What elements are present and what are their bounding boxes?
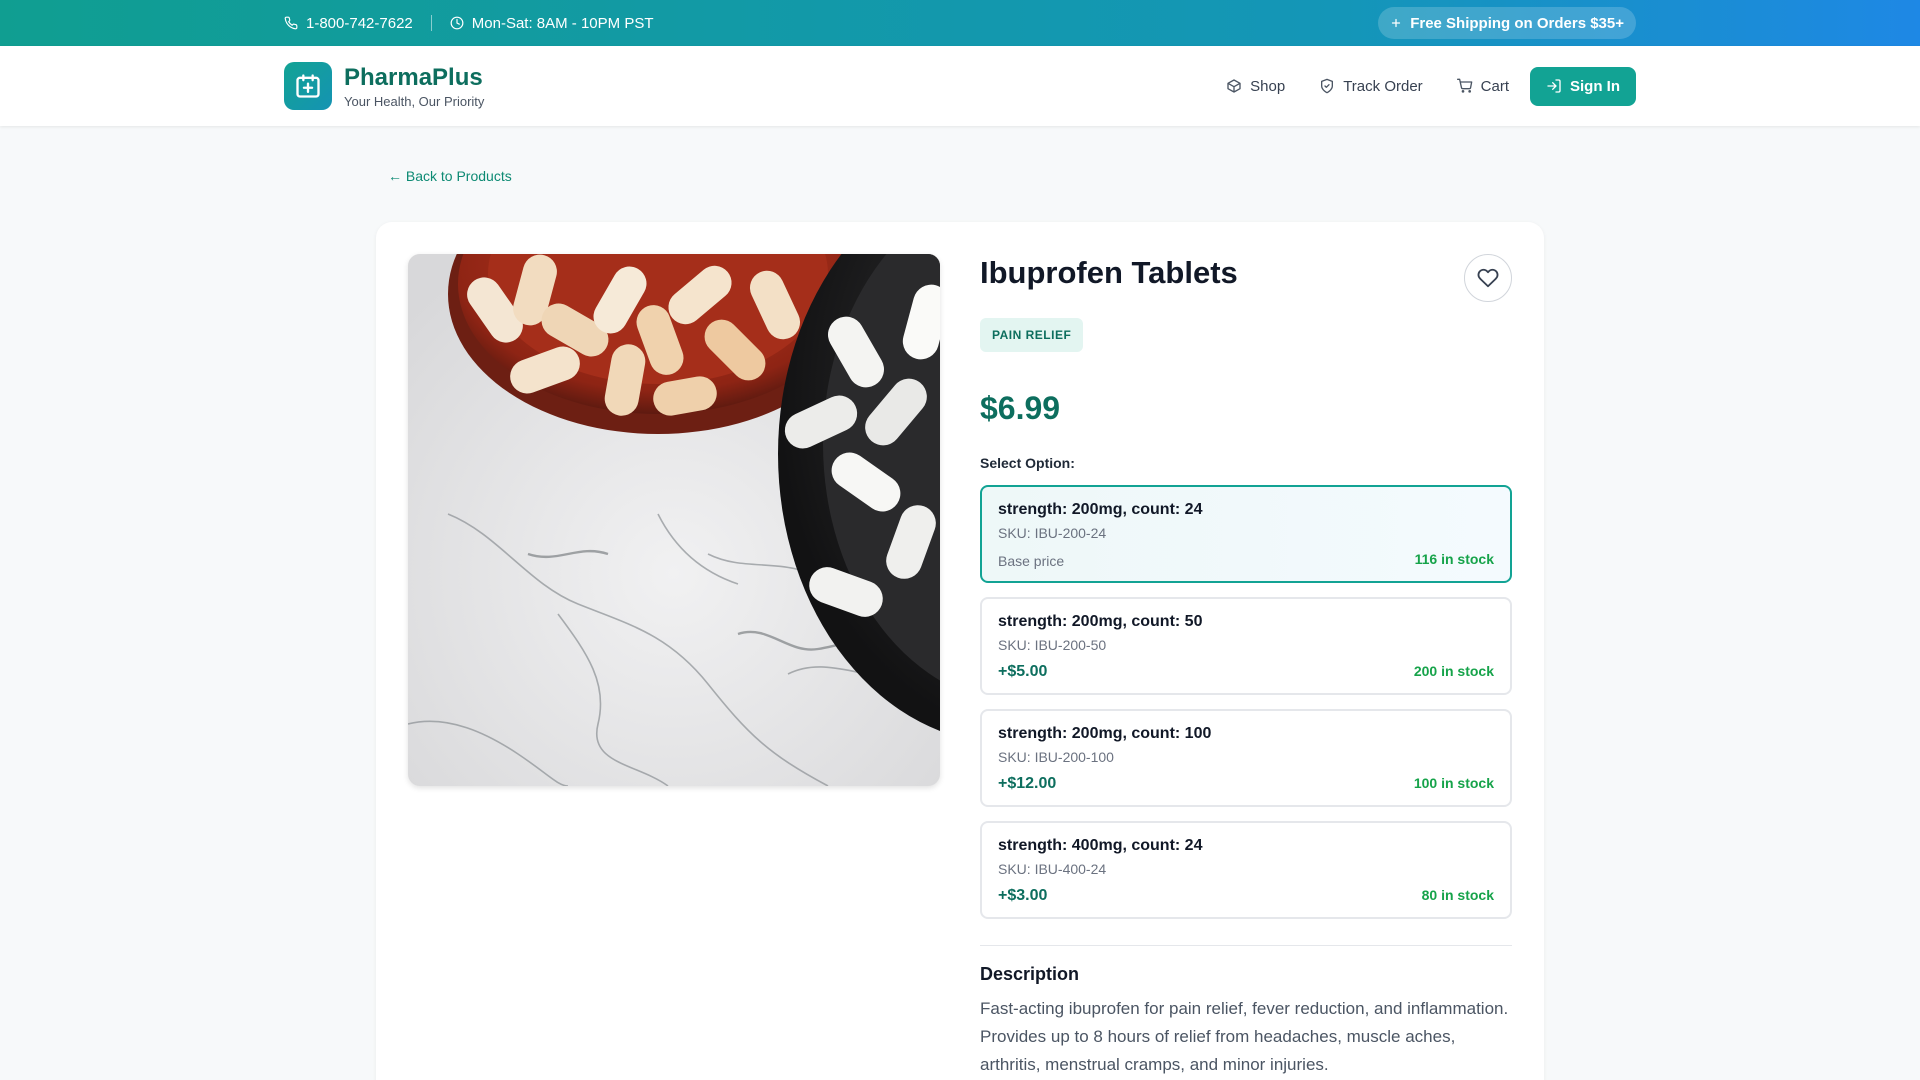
site-header: PharmaPlus Your Health, Our Priority Sho…	[0, 46, 1920, 126]
nav-cart[interactable]: Cart	[1440, 78, 1526, 95]
product-image	[408, 254, 940, 786]
product-info: Ibuprofen Tablets PAIN RELIEF $6.99 Sele…	[980, 254, 1512, 1079]
variant-stock: 100 in stock	[1413, 775, 1494, 791]
hours-text: Mon-Sat: 8AM - 10PM PST	[471, 14, 654, 32]
cart-icon	[1456, 78, 1473, 94]
variant-price: +$5.00	[998, 663, 1048, 680]
divider	[430, 15, 432, 31]
promo-text: Free Shipping on Orders $35+	[1410, 14, 1624, 32]
box-icon	[1226, 78, 1242, 94]
free-shipping-badge: Free Shipping on Orders $35+	[1378, 7, 1636, 39]
variant-stock: 116 in stock	[1414, 551, 1494, 567]
variant-sku: SKU: IBU-200-100	[998, 749, 1114, 765]
variant-title: strength: 200mg, count: 24	[998, 501, 1203, 518]
brand-tagline: Your Health, Our Priority	[344, 93, 485, 109]
product-price: $6.99	[980, 390, 1061, 426]
description-heading: Description	[980, 964, 1080, 984]
heart-icon	[1477, 267, 1499, 289]
nav-cart-label: Cart	[1480, 77, 1509, 95]
main-nav: Shop Track Order Cart Sign In	[1209, 66, 1636, 106]
variant-option[interactable]: strength: 200mg, count: 100 SKU: IBU-200…	[980, 709, 1512, 807]
variant-title: strength: 200mg, count: 50	[998, 613, 1203, 630]
phone-contact[interactable]: 1-800-742-7622	[284, 15, 413, 32]
variant-options: strength: 200mg, count: 24 SKU: IBU-200-…	[980, 485, 1512, 919]
variant-title: strength: 200mg, count: 100	[998, 725, 1212, 742]
shield-icon	[1319, 78, 1335, 94]
description-text: Fast-acting ibuprofen for pain relief, f…	[980, 999, 1509, 1074]
variant-price: Base price	[998, 553, 1065, 569]
variant-stock: 80 in stock	[1421, 887, 1494, 903]
variant-option[interactable]: strength: 200mg, count: 50 SKU: IBU-200-…	[980, 597, 1512, 695]
nav-shop[interactable]: Shop	[1209, 78, 1302, 95]
variant-sku: SKU: IBU-400-24	[998, 861, 1107, 877]
product-card: Ibuprofen Tablets PAIN RELIEF $6.99 Sele…	[376, 222, 1544, 1080]
variant-sku: SKU: IBU-200-24	[998, 525, 1107, 541]
section-divider	[980, 945, 1512, 946]
variant-sku: SKU: IBU-200-50	[998, 637, 1107, 653]
sign-in-button[interactable]: Sign In	[1530, 66, 1636, 106]
phone-icon	[284, 16, 298, 30]
nav-track-label: Track Order	[1343, 77, 1423, 95]
variant-price: +$3.00	[998, 887, 1048, 904]
login-icon	[1546, 78, 1562, 94]
back-to-products-link[interactable]: ← Back to Products	[388, 168, 512, 184]
category-badge: PAIN RELIEF	[980, 318, 1084, 352]
top-bar: 1-800-742-7622 Mon-Sat: 8AM - 10PM PST F…	[0, 0, 1920, 46]
favorite-button[interactable]	[1464, 254, 1512, 302]
variant-option[interactable]: strength: 200mg, count: 24 SKU: IBU-200-…	[980, 485, 1512, 583]
brand-logo-link[interactable]: PharmaPlus Your Health, Our Priority	[284, 62, 484, 110]
phone-number: 1-800-742-7622	[306, 14, 413, 32]
nav-track-order[interactable]: Track Order	[1302, 78, 1439, 95]
variant-title: strength: 400mg, count: 24	[998, 837, 1203, 854]
select-option-label: Select Option:	[980, 455, 1075, 471]
pills-photo	[408, 254, 940, 786]
nav-shop-label: Shop	[1250, 77, 1286, 95]
plus-icon	[1390, 17, 1402, 29]
variant-stock: 200 in stock	[1413, 663, 1494, 679]
brand-name: PharmaPlus	[344, 63, 483, 91]
variant-option[interactable]: strength: 400mg, count: 24 SKU: IBU-400-…	[980, 821, 1512, 919]
product-title: Ibuprofen Tablets	[980, 255, 1238, 290]
store-hours: Mon-Sat: 8AM - 10PM PST	[450, 15, 654, 32]
variant-price: +$12.00	[998, 775, 1057, 792]
pharmacy-logo-icon	[284, 62, 332, 110]
clock-icon	[450, 16, 464, 30]
sign-in-label: Sign In	[1570, 77, 1620, 95]
